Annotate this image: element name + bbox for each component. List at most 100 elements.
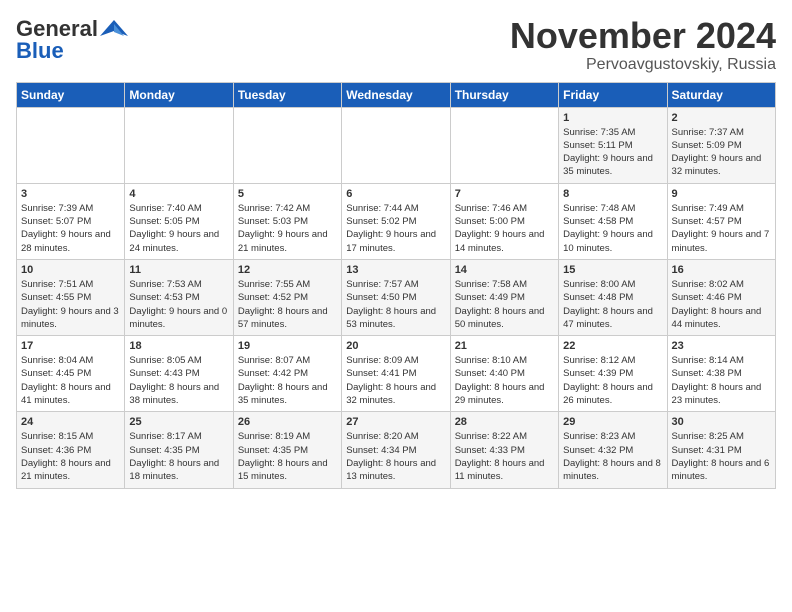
- calendar-day-header: Monday: [125, 82, 233, 107]
- calendar-week-row: 3Sunrise: 7:39 AM Sunset: 5:07 PM Daylig…: [17, 183, 776, 259]
- calendar-cell: [233, 107, 341, 183]
- calendar-cell: 26 Sunrise: 8:19 AM Sunset: 4:35 PM Dayli…: [233, 412, 341, 488]
- day-number: 30: [672, 416, 771, 428]
- calendar-cell: 5Sunrise: 7:42 AM Sunset: 5:03 PM Daylig…: [233, 183, 341, 259]
- day-detail: Sunrise: 8:20 AM Sunset: 4:34 PM Dayligh…: [346, 430, 445, 483]
- calendar-cell: 24 Sunrise: 8:15 AM Sunset: 4:36 PM Dayli…: [17, 412, 125, 488]
- calendar-cell: 8 Sunrise: 7:48 AM Sunset: 4:58 PM Daylig…: [559, 183, 667, 259]
- day-number: 8: [563, 188, 662, 200]
- day-number: 15: [563, 264, 662, 276]
- calendar-cell: 4 Sunrise: 7:40 AM Sunset: 5:05 PM Daylig…: [125, 183, 233, 259]
- calendar-day-header: Thursday: [450, 82, 558, 107]
- location: Pervoavgustovskiy, Russia: [510, 56, 776, 74]
- calendar-day-header: Wednesday: [342, 82, 450, 107]
- calendar-cell: [342, 107, 450, 183]
- day-detail: Sunrise: 7:48 AM Sunset: 4:58 PM Dayligh…: [563, 202, 662, 255]
- day-detail: Sunrise: 8:22 AM Sunset: 4:33 PM Dayligh…: [455, 430, 554, 483]
- logo-blue: Blue: [16, 38, 64, 64]
- logo-bird-icon: [100, 18, 128, 40]
- calendar-cell: 15 Sunrise: 8:00 AM Sunset: 4:48 PM Dayli…: [559, 259, 667, 335]
- day-number: 25: [129, 416, 228, 428]
- calendar-cell: 2 Sunrise: 7:37 AM Sunset: 5:09 PM Daylig…: [667, 107, 775, 183]
- calendar-cell: 27 Sunrise: 8:20 AM Sunset: 4:34 PM Dayli…: [342, 412, 450, 488]
- day-number: 19: [238, 340, 337, 352]
- day-number: 2: [672, 112, 771, 124]
- calendar-cell: [450, 107, 558, 183]
- day-detail: Sunrise: 8:17 AM Sunset: 4:35 PM Dayligh…: [129, 430, 228, 483]
- day-detail: Sunrise: 7:58 AM Sunset: 4:49 PM Dayligh…: [455, 278, 554, 331]
- day-number: 12: [238, 264, 337, 276]
- calendar-cell: [125, 107, 233, 183]
- calendar-cell: 22Sunrise: 8:12 AM Sunset: 4:39 PM Dayli…: [559, 336, 667, 412]
- calendar-week-row: 1 Sunrise: 7:35 AM Sunset: 5:11 PM Daylig…: [17, 107, 776, 183]
- day-number: 10: [21, 264, 120, 276]
- day-detail: Sunrise: 8:10 AM Sunset: 4:40 PM Dayligh…: [455, 354, 554, 407]
- calendar-cell: 18Sunrise: 8:05 AM Sunset: 4:43 PM Dayli…: [125, 336, 233, 412]
- day-number: 17: [21, 340, 120, 352]
- calendar-cell: [17, 107, 125, 183]
- calendar-cell: 28 Sunrise: 8:22 AM Sunset: 4:33 PM Dayli…: [450, 412, 558, 488]
- day-number: 6: [346, 188, 445, 200]
- calendar-week-row: 24 Sunrise: 8:15 AM Sunset: 4:36 PM Dayli…: [17, 412, 776, 488]
- calendar-cell: 3Sunrise: 7:39 AM Sunset: 5:07 PM Daylig…: [17, 183, 125, 259]
- calendar-cell: 12 Sunrise: 7:55 AM Sunset: 4:52 PM Dayli…: [233, 259, 341, 335]
- calendar-cell: 6 Sunrise: 7:44 AM Sunset: 5:02 PM Daylig…: [342, 183, 450, 259]
- day-detail: Sunrise: 7:40 AM Sunset: 5:05 PM Dayligh…: [129, 202, 228, 255]
- day-detail: Sunrise: 8:00 AM Sunset: 4:48 PM Dayligh…: [563, 278, 662, 331]
- calendar-cell: 11Sunrise: 7:53 AM Sunset: 4:53 PM Dayli…: [125, 259, 233, 335]
- calendar-week-row: 10 Sunrise: 7:51 AM Sunset: 4:55 PM Dayli…: [17, 259, 776, 335]
- day-detail: Sunrise: 7:51 AM Sunset: 4:55 PM Dayligh…: [21, 278, 120, 331]
- day-detail: Sunrise: 7:49 AM Sunset: 4:57 PM Dayligh…: [672, 202, 771, 255]
- calendar-header-row: SundayMondayTuesdayWednesdayThursdayFrid…: [17, 82, 776, 107]
- day-detail: Sunrise: 8:05 AM Sunset: 4:43 PM Dayligh…: [129, 354, 228, 407]
- day-number: 24: [21, 416, 120, 428]
- day-number: 14: [455, 264, 554, 276]
- day-number: 22: [563, 340, 662, 352]
- day-detail: Sunrise: 7:57 AM Sunset: 4:50 PM Dayligh…: [346, 278, 445, 331]
- day-detail: Sunrise: 8:04 AM Sunset: 4:45 PM Dayligh…: [21, 354, 120, 407]
- day-number: 16: [672, 264, 771, 276]
- calendar-day-header: Tuesday: [233, 82, 341, 107]
- day-detail: Sunrise: 8:15 AM Sunset: 4:36 PM Dayligh…: [21, 430, 120, 483]
- day-detail: Sunrise: 8:07 AM Sunset: 4:42 PM Dayligh…: [238, 354, 337, 407]
- day-number: 9: [672, 188, 771, 200]
- calendar-cell: 7 Sunrise: 7:46 AM Sunset: 5:00 PM Daylig…: [450, 183, 558, 259]
- day-detail: Sunrise: 7:44 AM Sunset: 5:02 PM Dayligh…: [346, 202, 445, 255]
- day-detail: Sunrise: 7:46 AM Sunset: 5:00 PM Dayligh…: [455, 202, 554, 255]
- calendar-cell: 14 Sunrise: 7:58 AM Sunset: 4:49 PM Dayli…: [450, 259, 558, 335]
- calendar-day-header: Sunday: [17, 82, 125, 107]
- day-detail: Sunrise: 7:35 AM Sunset: 5:11 PM Dayligh…: [563, 126, 662, 179]
- day-detail: Sunrise: 7:39 AM Sunset: 5:07 PM Dayligh…: [21, 202, 120, 255]
- day-number: 26: [238, 416, 337, 428]
- day-detail: Sunrise: 7:37 AM Sunset: 5:09 PM Dayligh…: [672, 126, 771, 179]
- calendar-cell: 30 Sunrise: 8:25 AM Sunset: 4:31 PM Dayli…: [667, 412, 775, 488]
- calendar-cell: 1 Sunrise: 7:35 AM Sunset: 5:11 PM Daylig…: [559, 107, 667, 183]
- day-detail: Sunrise: 8:19 AM Sunset: 4:35 PM Dayligh…: [238, 430, 337, 483]
- day-number: 13: [346, 264, 445, 276]
- calendar-cell: 20 Sunrise: 8:09 AM Sunset: 4:41 PM Dayli…: [342, 336, 450, 412]
- day-number: 4: [129, 188, 228, 200]
- day-number: 7: [455, 188, 554, 200]
- title-block: November 2024 Pervoavgustovskiy, Russia: [510, 16, 776, 74]
- day-detail: Sunrise: 8:09 AM Sunset: 4:41 PM Dayligh…: [346, 354, 445, 407]
- day-detail: Sunrise: 7:55 AM Sunset: 4:52 PM Dayligh…: [238, 278, 337, 331]
- day-detail: Sunrise: 8:02 AM Sunset: 4:46 PM Dayligh…: [672, 278, 771, 331]
- day-number: 11: [129, 264, 228, 276]
- day-number: 5: [238, 188, 337, 200]
- calendar-cell: 29Sunrise: 8:23 AM Sunset: 4:32 PM Dayli…: [559, 412, 667, 488]
- day-number: 29: [563, 416, 662, 428]
- day-number: 28: [455, 416, 554, 428]
- day-detail: Sunrise: 8:25 AM Sunset: 4:31 PM Dayligh…: [672, 430, 771, 483]
- calendar-cell: 9 Sunrise: 7:49 AM Sunset: 4:57 PM Daylig…: [667, 183, 775, 259]
- day-number: 23: [672, 340, 771, 352]
- day-number: 21: [455, 340, 554, 352]
- calendar-cell: 17 Sunrise: 8:04 AM Sunset: 4:45 PM Dayli…: [17, 336, 125, 412]
- day-number: 27: [346, 416, 445, 428]
- day-number: 20: [346, 340, 445, 352]
- calendar-day-header: Saturday: [667, 82, 775, 107]
- calendar-cell: 10 Sunrise: 7:51 AM Sunset: 4:55 PM Dayli…: [17, 259, 125, 335]
- day-number: 1: [563, 112, 662, 124]
- calendar-cell: 19 Sunrise: 8:07 AM Sunset: 4:42 PM Dayli…: [233, 336, 341, 412]
- calendar-cell: 16 Sunrise: 8:02 AM Sunset: 4:46 PM Dayli…: [667, 259, 775, 335]
- calendar-day-header: Friday: [559, 82, 667, 107]
